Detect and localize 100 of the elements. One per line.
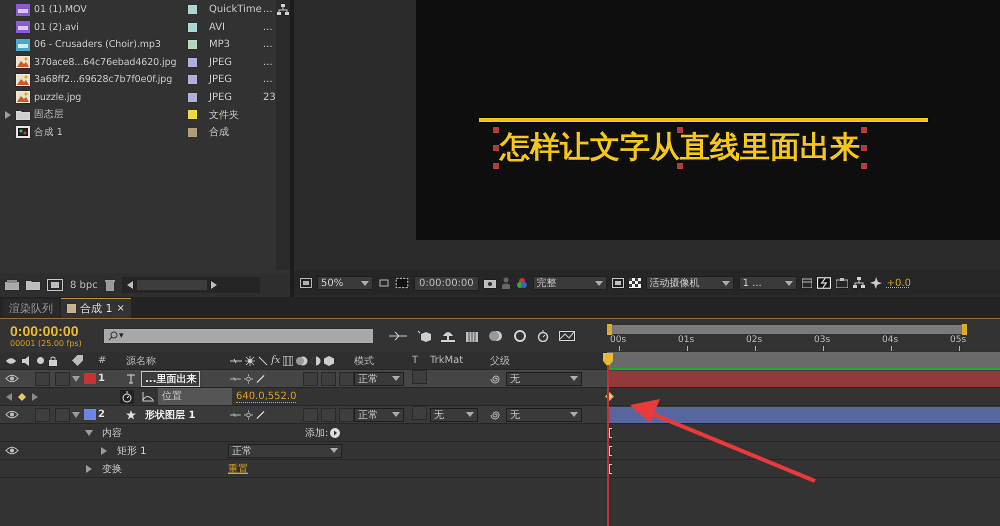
fast-preview-icon[interactable] <box>816 277 831 289</box>
quality-slash-icon[interactable] <box>256 374 265 384</box>
label-color-swatch[interactable] <box>188 128 197 137</box>
expanded-triangle-icon[interactable] <box>72 410 80 418</box>
file-name[interactable]: 3a68ff2...69628c7b7f0e0f.jpg <box>34 74 180 86</box>
column-header[interactable]: TrkMat <box>430 355 490 366</box>
view-layout-dropdown[interactable]: 1 ... <box>738 276 797 290</box>
search-field[interactable]: ▾ <box>104 328 373 342</box>
group-name[interactable]: 矩形 1 <box>117 444 147 458</box>
layer-row[interactable]: 2 形状图层 1 正常 无 无 <box>0 406 1000 424</box>
parent-dropdown[interactable]: 无 <box>506 408 582 422</box>
label-color-swatch[interactable] <box>188 40 197 50</box>
parent-dropdown[interactable]: 无 <box>506 372 582 386</box>
label-color-swatch[interactable] <box>188 92 197 102</box>
label-color-swatch[interactable] <box>188 5 197 14</box>
exposure-value[interactable]: +0.0 <box>886 278 911 288</box>
node-icon[interactable] <box>389 330 407 340</box>
switch-box[interactable] <box>339 372 354 386</box>
color-channels-icon[interactable] <box>516 277 528 289</box>
file-name[interactable]: 合成 1 <box>34 126 180 139</box>
reset-link[interactable]: 重置 <box>228 462 248 476</box>
label-color-swatch[interactable] <box>188 58 197 67</box>
switch-box[interactable] <box>412 370 427 384</box>
previous-keyframe-icon[interactable] <box>6 392 12 400</box>
file-name[interactable]: 01 (2).avi <box>34 22 180 33</box>
zoom-dropdown[interactable]: 50% <box>317 276 373 290</box>
layer-name[interactable]: ...里面出来 <box>141 370 200 386</box>
eye-icon[interactable] <box>5 410 19 419</box>
file-name[interactable]: puzzle.jpg <box>34 92 180 103</box>
timeline-icon[interactable] <box>836 278 848 288</box>
expanded-triangle-icon[interactable] <box>72 374 80 382</box>
scrollbar[interactable] <box>276 0 290 270</box>
cube-icon[interactable] <box>417 330 431 342</box>
spiral-icon[interactable] <box>490 374 500 384</box>
switch-box[interactable] <box>321 372 336 386</box>
layer-row[interactable]: 1 ...里面出来 正常 无 <box>0 370 1000 388</box>
time-ruler[interactable]: 00s 01s 02s 03s 04s 05s <box>607 334 1000 352</box>
expanded-triangle-icon[interactable] <box>85 428 93 436</box>
graph-icon[interactable] <box>142 392 154 402</box>
file-name[interactable]: 370ace8...64c76ebad4620.jpg <box>34 56 180 68</box>
playhead-handle-icon[interactable] <box>603 353 613 367</box>
flowchart-icon[interactable] <box>852 277 865 289</box>
property-value[interactable]: 640.0,552.0 <box>236 390 296 402</box>
group-name[interactable]: 变换 <box>102 462 122 476</box>
bit-depth[interactable]: 8 bpc <box>70 280 98 290</box>
next-keyframe-icon[interactable] <box>32 392 38 400</box>
blend-mode-dropdown[interactable]: 正常 <box>228 444 342 458</box>
label-color-swatch[interactable] <box>188 110 197 120</box>
eye-icon[interactable] <box>5 446 19 455</box>
interpret-footage-icon[interactable] <box>5 280 19 290</box>
checkerboard-icon[interactable] <box>628 278 641 288</box>
collapsed-triangle-icon[interactable] <box>4 110 12 119</box>
column-header[interactable]: # <box>96 355 126 366</box>
label-color-swatch[interactable] <box>84 409 96 420</box>
file-name[interactable]: 01 (1).MOV <box>34 4 180 16</box>
switch-box[interactable] <box>55 372 70 386</box>
motion-blur-icon[interactable] <box>489 330 503 342</box>
label-color-swatch[interactable] <box>188 22 197 32</box>
switch-box[interactable] <box>35 408 50 422</box>
collapsed-triangle-icon[interactable] <box>85 464 93 472</box>
blend-mode-dropdown[interactable]: 正常 <box>354 408 404 422</box>
timecode-field[interactable]: 0:00:00:00 <box>414 276 479 290</box>
sun-icon[interactable] <box>244 410 253 420</box>
quality-slash-icon[interactable] <box>256 410 265 420</box>
column-header[interactable]: T <box>412 355 430 366</box>
shy-icon[interactable] <box>230 410 241 418</box>
region-icon[interactable] <box>300 278 312 288</box>
switch-box[interactable] <box>35 372 50 386</box>
panel-tab[interactable]: 渲染队列 <box>3 299 59 318</box>
scroll-right-icon[interactable] <box>210 281 217 289</box>
playhead[interactable] <box>603 353 613 526</box>
horizontal-scrollbar[interactable] <box>122 277 260 293</box>
keyframe-icon[interactable] <box>18 392 26 400</box>
panel-tab[interactable]: 合成 1 × <box>61 298 131 318</box>
title-text[interactable]: 怎样让文字从直线里面出来 <box>496 130 864 166</box>
film-strip-icon[interactable] <box>465 330 479 342</box>
camera-dropdown[interactable]: 活动摄像机 <box>646 276 734 290</box>
column-header[interactable]: 父级 <box>490 354 600 368</box>
current-time[interactable]: 0:00:00:00 <box>10 323 96 339</box>
file-name[interactable]: 固态层 <box>34 108 180 122</box>
scroll-left-icon[interactable] <box>126 281 133 289</box>
layer-name[interactable]: 形状图层 1 <box>141 406 200 422</box>
switch-box[interactable] <box>321 408 336 422</box>
label-color-swatch[interactable] <box>84 373 96 384</box>
resolution-dropdown[interactable]: 完整 <box>532 276 607 290</box>
region-icon[interactable] <box>612 278 624 288</box>
flowchart-icon[interactable] <box>277 4 289 16</box>
calendar-icon[interactable] <box>802 278 812 288</box>
file-name[interactable]: 06 - Crusaders (Choir).mp3 <box>34 39 180 50</box>
switch-box[interactable] <box>339 408 354 422</box>
switch-box[interactable] <box>55 408 70 422</box>
column-header[interactable]: 源名称 <box>126 354 230 368</box>
camera-icon[interactable] <box>484 278 496 288</box>
chart-icon[interactable] <box>559 330 575 342</box>
label-color-swatch[interactable] <box>188 75 197 84</box>
property-name[interactable]: 位置 <box>158 388 232 405</box>
blend-mode-dropdown[interactable]: 正常 <box>354 372 404 386</box>
stopwatch-icon[interactable] <box>120 390 134 404</box>
trash-icon[interactable] <box>104 279 115 291</box>
switch-box[interactable] <box>303 372 318 386</box>
